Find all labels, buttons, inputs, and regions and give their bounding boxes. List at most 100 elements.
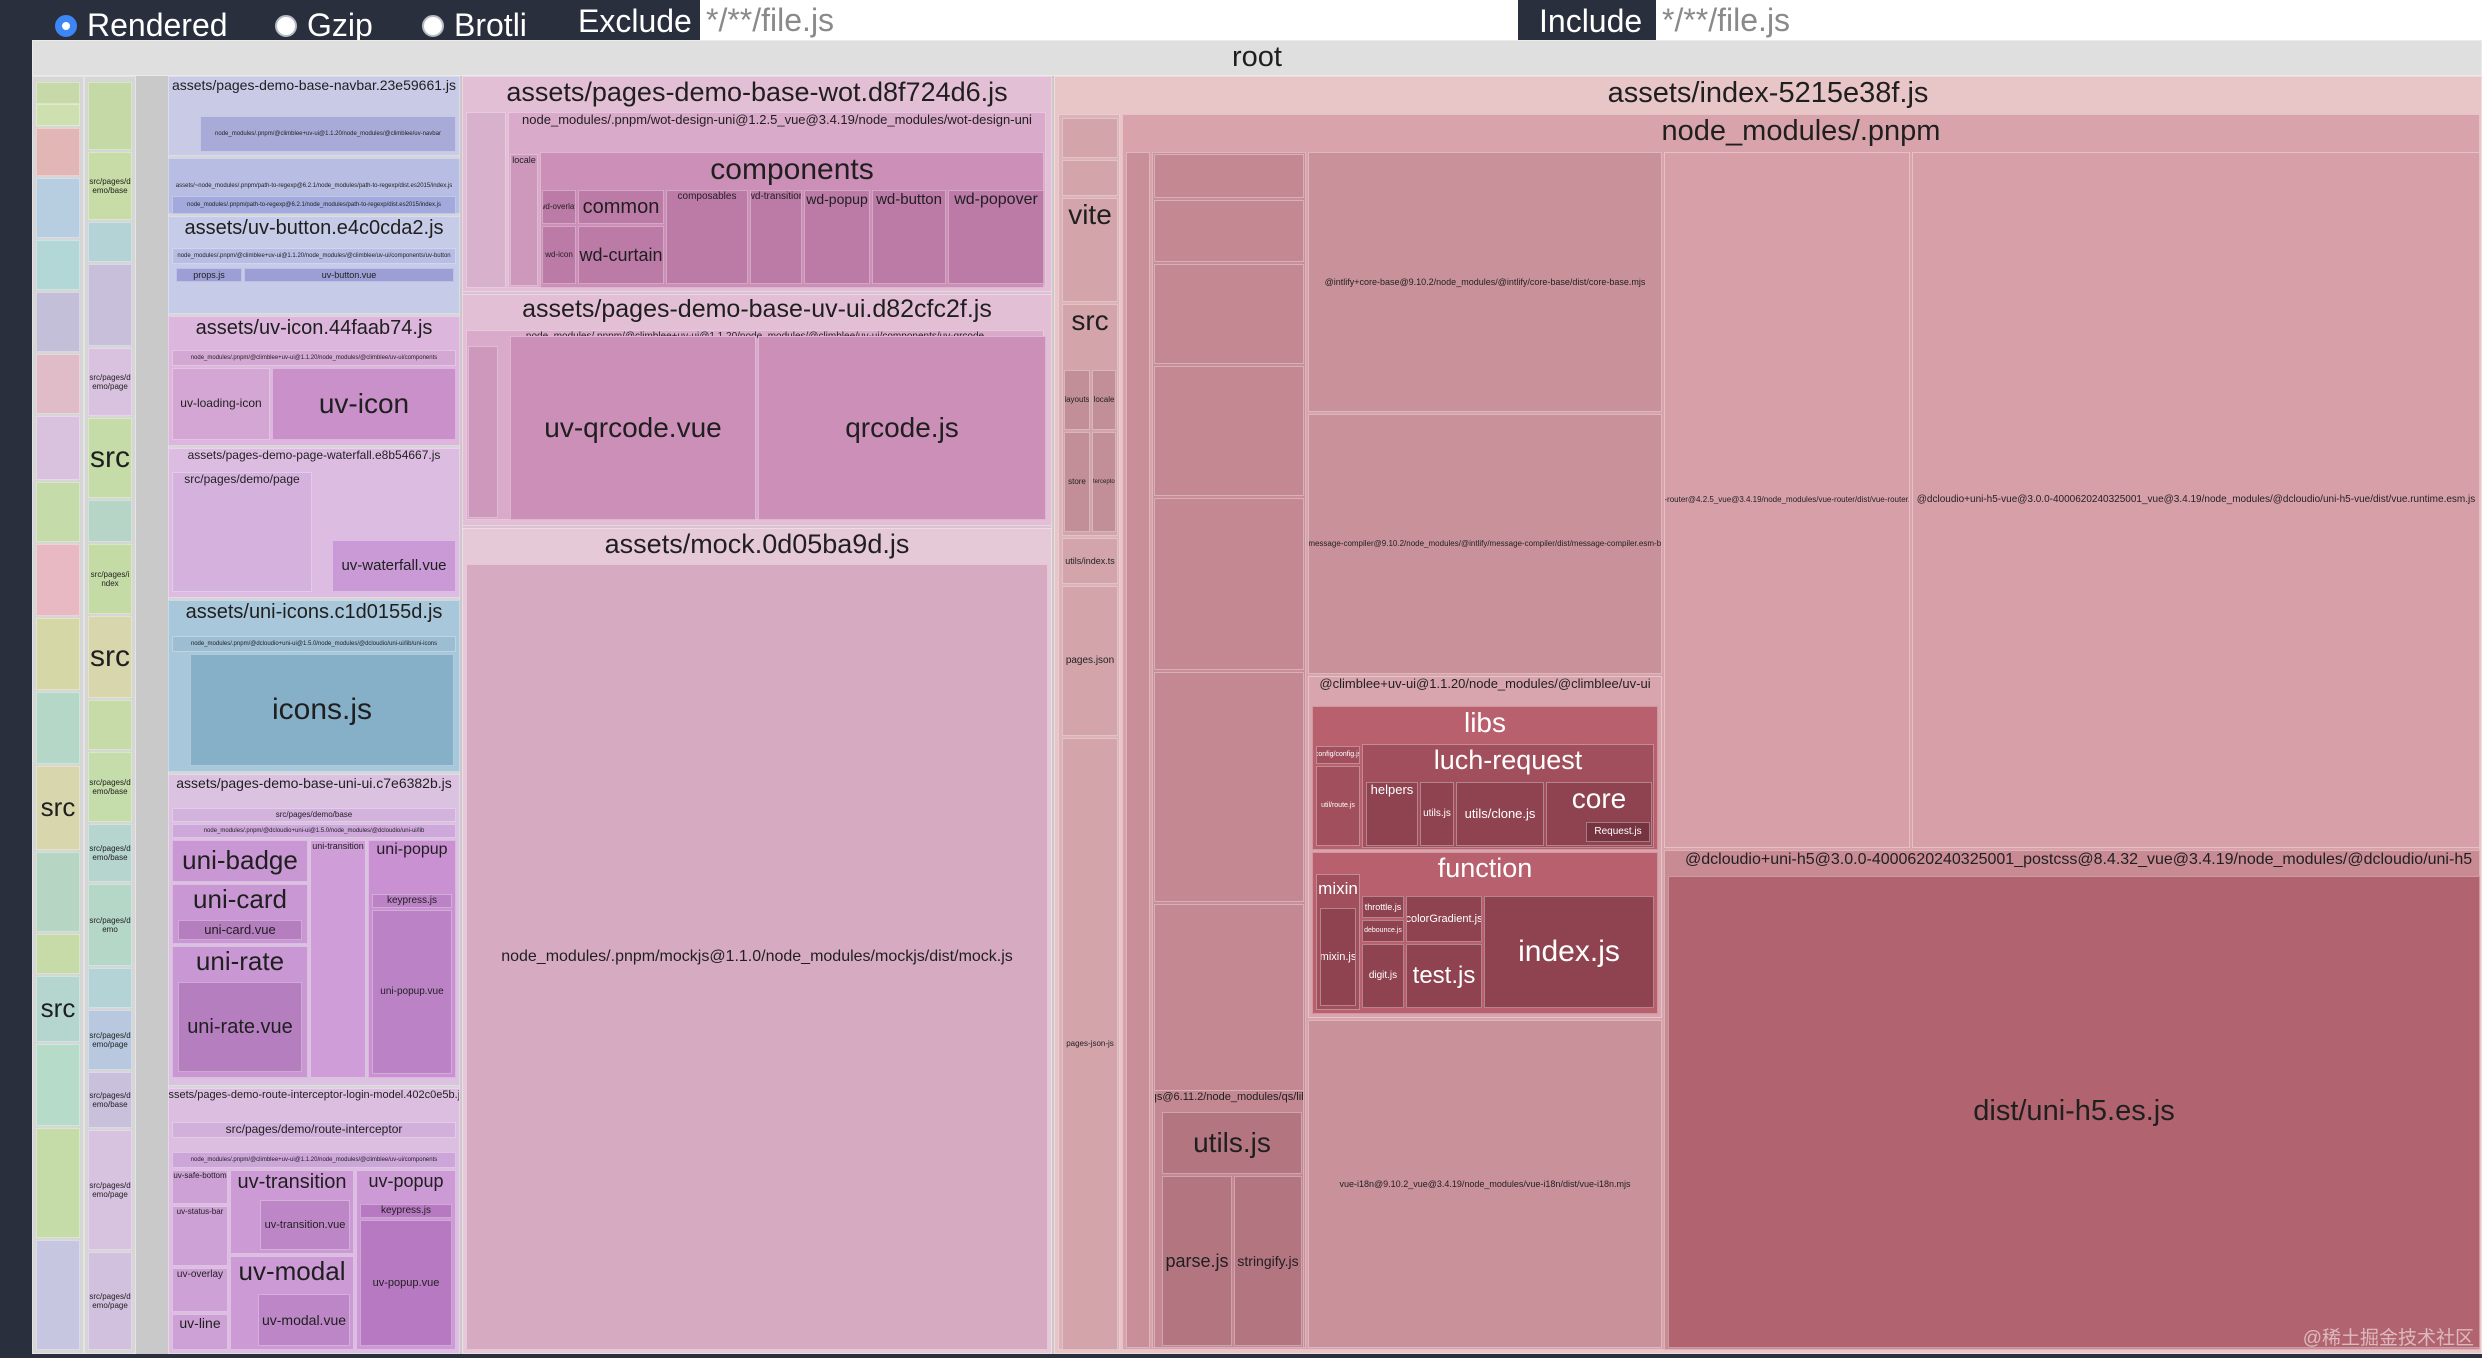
throttle-js-node[interactable]: throttle.js: [1362, 896, 1404, 918]
wd-transition-node[interactable]: wd-transition: [750, 190, 802, 284]
path-to-regexp-module[interactable]: node_modules/.pnpm/path-to-regexp@6.2.1/…: [172, 196, 456, 214]
interceptors-node[interactable]: interceptors: [1092, 432, 1116, 532]
chunk-node[interactable]: src/pages/demo/page: [88, 1010, 132, 1070]
pages-json-node[interactable]: pages.json: [1062, 586, 1118, 736]
chunk-node[interactable]: [36, 82, 80, 104]
digit-js-node[interactable]: digit.js: [1362, 944, 1404, 1008]
uv-qrcode-side[interactable]: [468, 346, 498, 518]
vue-i18n-node[interactable]: vue-i18n@9.10.2_vue@3.4.19/node_modules/…: [1308, 1020, 1662, 1348]
mock-js-node[interactable]: node_modules/.pnpm/mockjs@1.1.0/node_mod…: [466, 564, 1048, 1350]
chunk-node[interactable]: [1154, 498, 1304, 670]
uv-button-module[interactable]: node_modules/.pnpm/@climblee+uv-ui@1.1.2…: [172, 248, 456, 264]
src-node[interactable]: src: [36, 766, 80, 850]
route-module[interactable]: node_modules/.pnpm/@climblee+uv-ui@1.1.2…: [172, 1152, 456, 1168]
vite-node[interactable]: vite: [1062, 198, 1118, 302]
include-input[interactable]: [1656, 0, 2482, 40]
wot-side-node[interactable]: [466, 112, 506, 288]
uni-badge-node[interactable]: uni-badge: [172, 840, 308, 882]
wd-composables-node[interactable]: composables: [666, 190, 748, 284]
exclude-input[interactable]: [700, 0, 1518, 40]
brotli-radio[interactable]: Brotli: [422, 7, 527, 44]
uv-line-node[interactable]: uv-line: [172, 1314, 228, 1350]
chunk-node[interactable]: src/pages/demo/page: [88, 1130, 132, 1250]
uni-rate-vue-node[interactable]: uni-rate.vue: [178, 982, 302, 1072]
uv-transition-vue-node[interactable]: uv-transition.vue: [260, 1200, 350, 1250]
uv-icon-module[interactable]: node_modules/.pnpm/@climblee+uv-ui@1.1.2…: [172, 350, 456, 366]
chunk-node[interactable]: [88, 968, 132, 1008]
chunk-node[interactable]: src/pages/demo/base: [88, 752, 132, 822]
clone-js-node[interactable]: utils/clone.js: [1456, 782, 1544, 846]
test-js-node[interactable]: test.js: [1406, 944, 1482, 1008]
wd-popover-node[interactable]: wd-popover: [948, 190, 1044, 284]
chunk-node[interactable]: [88, 222, 132, 262]
uni-ui-lib-node[interactable]: node_modules/.pnpm/@dcloudio+uni-ui@1.5.…: [172, 824, 456, 838]
chunk-node[interactable]: src/pages/demo/base: [88, 824, 132, 882]
chunk-node[interactable]: [36, 544, 80, 616]
layouts-node[interactable]: layouts: [1064, 370, 1090, 430]
store-node[interactable]: store: [1064, 432, 1090, 532]
index-js-node[interactable]: index.js: [1484, 896, 1654, 1008]
navbar-module[interactable]: node_modules/.pnpm/@climblee+uv-ui@1.1.2…: [200, 116, 456, 152]
locale-node[interactable]: locale: [1092, 370, 1116, 430]
chunk-node[interactable]: src/pages/demo/page: [88, 1252, 132, 1350]
uv-button-vue-node[interactable]: uv-button.vue: [244, 268, 454, 282]
uv-qrcode-vue-node[interactable]: uv-qrcode.vue: [510, 336, 756, 520]
qs-utils-node[interactable]: utils.js: [1162, 1112, 1302, 1174]
src-node[interactable]: src: [88, 616, 132, 698]
chunk-node[interactable]: [1062, 160, 1118, 196]
chunk-node[interactable]: [36, 618, 80, 690]
src-node[interactable]: src: [36, 976, 80, 1042]
uv-safe-bottom-node[interactable]: uv-safe-bottom: [172, 1170, 228, 1204]
core-base-node[interactable]: @intlify+core-base@9.10.2/node_modules/@…: [1308, 152, 1662, 412]
chunk-node[interactable]: [88, 700, 132, 750]
chunk-node[interactable]: [36, 104, 80, 126]
qrcode-js-node[interactable]: qrcode.js: [758, 336, 1046, 520]
chunk-node[interactable]: [1062, 118, 1118, 158]
chunk-node[interactable]: [1154, 366, 1304, 496]
uv-modal-vue-node[interactable]: uv-modal.vue: [258, 1294, 350, 1346]
chunk-node[interactable]: [1154, 200, 1304, 262]
chunk-node[interactable]: [36, 1240, 80, 1350]
chunk-node[interactable]: [36, 1044, 80, 1126]
chunk-node[interactable]: [36, 354, 80, 414]
chunk-node[interactable]: [1154, 672, 1304, 902]
waterfall-page-module[interactable]: src/pages/demo/page: [172, 472, 312, 592]
helpers-node[interactable]: helpers: [1366, 782, 1418, 846]
mixin-js-node[interactable]: mixin.js: [1320, 908, 1356, 1006]
route-keypress-js-node[interactable]: keypress.js: [360, 1204, 452, 1218]
uni-icons-module[interactable]: node_modules/.pnpm/@dcloudio+uni-ui@1.5.…: [172, 636, 456, 652]
uv-status-bar-node[interactable]: uv-status-bar: [172, 1206, 228, 1266]
debounce-js-node[interactable]: debounce.js: [1362, 920, 1404, 942]
uni-transition-node[interactable]: uni-transition: [310, 840, 366, 1078]
chunk-node[interactable]: [36, 416, 80, 480]
utils-js-node[interactable]: utils.js: [1420, 782, 1454, 846]
wd-curtain-node[interactable]: wd-curtain: [578, 226, 664, 284]
root-node[interactable]: root: [32, 40, 2482, 76]
wd-popup-node[interactable]: wd-popup: [804, 190, 870, 284]
route-util-node[interactable]: util/route.js: [1316, 766, 1360, 846]
uv-loading-icon-node[interactable]: uv-loading-icon: [172, 368, 270, 440]
keypress-js-node[interactable]: keypress.js: [372, 894, 452, 908]
chunk-node[interactable]: [1154, 264, 1304, 364]
chunk-node[interactable]: [36, 240, 80, 290]
chunk-node[interactable]: [36, 482, 80, 542]
request-js-node[interactable]: Request.js: [1586, 822, 1650, 842]
wd-icon-node[interactable]: wd-icon: [542, 226, 576, 284]
uni-popup-vue-node[interactable]: uni-popup.vue: [372, 910, 452, 1074]
chunk-node[interactable]: src/pages/demo: [88, 884, 132, 966]
wd-common-node[interactable]: common: [578, 190, 664, 224]
wd-overlay-node[interactable]: wd-overlay: [542, 190, 576, 224]
chunk-node[interactable]: [36, 292, 80, 352]
chunk-node[interactable]: [36, 934, 80, 974]
src-node[interactable]: src: [88, 418, 132, 498]
props-js-node[interactable]: props.js: [176, 268, 242, 282]
uv-popup-vue-node[interactable]: uv-popup.vue: [360, 1220, 452, 1346]
chunk-node[interactable]: [88, 500, 132, 542]
chunk-node[interactable]: src/pages/demo/page: [88, 348, 132, 416]
qs-parse-node[interactable]: parse.js: [1162, 1176, 1232, 1346]
chunk-node[interactable]: [88, 264, 132, 346]
gzip-radio[interactable]: Gzip: [275, 7, 373, 44]
chunk-node[interactable]: [1154, 904, 1304, 1104]
uni-ui-page-node[interactable]: src/pages/demo/base: [172, 808, 456, 822]
wd-button-node[interactable]: wd-button: [872, 190, 946, 284]
